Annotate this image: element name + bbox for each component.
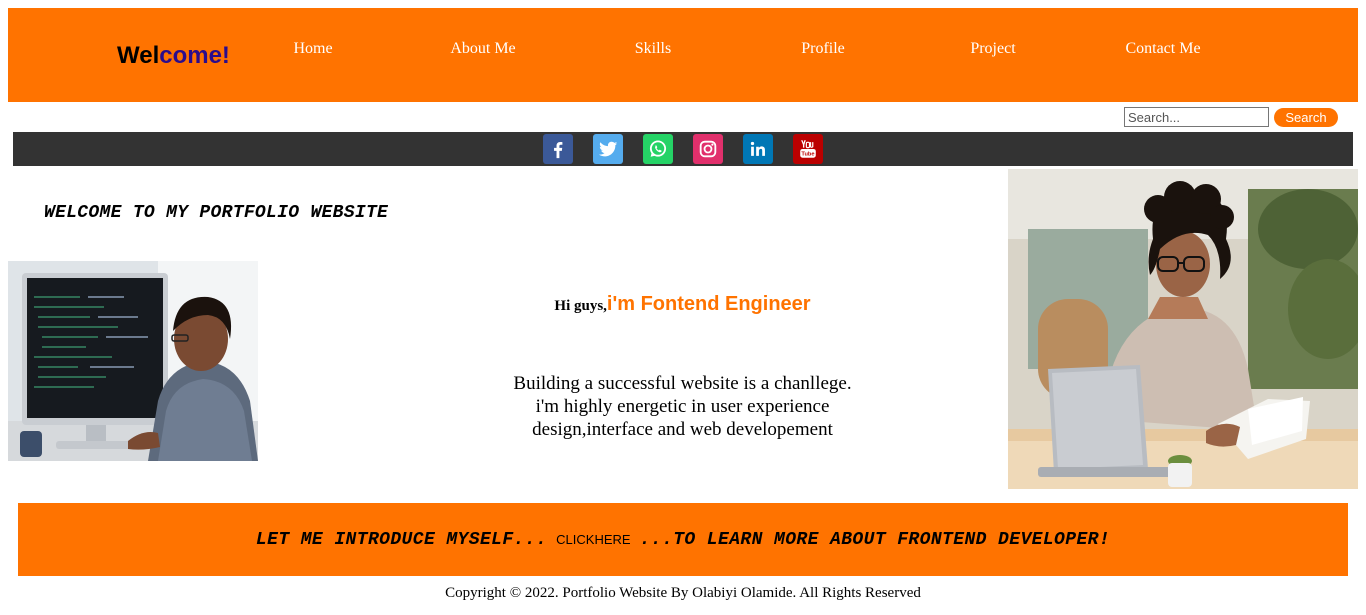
description-line: design,interface and web developement [532, 419, 833, 440]
description-line: i'm highly energetic in user experience [535, 396, 830, 417]
site-logo: Welcome! [117, 42, 230, 69]
intro-line: Hi guys,i'm Fontend Engineer [505, 293, 860, 316]
search-button[interactable]: Search [1274, 108, 1338, 127]
instagram-icon[interactable] [693, 134, 723, 164]
developer-photo [8, 261, 258, 461]
description-line: Building a successful website is a chanl… [513, 373, 852, 394]
cta-banner: LET ME INTRODUCE MYSELF... CLICKHERE ...TO… [18, 503, 1348, 576]
facebook-icon[interactable] [543, 134, 573, 164]
role-title: i'm Fontend Engineer [606, 293, 811, 315]
twitter-icon[interactable] [593, 134, 623, 164]
youtube-icon[interactable]: Tube [793, 134, 823, 164]
svg-text:Tube: Tube [801, 152, 814, 158]
nav-project[interactable]: Project [918, 40, 1068, 58]
whatsapp-icon[interactable] [643, 134, 673, 164]
search-input[interactable] [1124, 107, 1269, 127]
greeting-text: Hi guys, [554, 298, 607, 314]
engineer-photo [1008, 169, 1358, 489]
nav-profile[interactable]: Profile [748, 40, 898, 58]
social-bar: Tube [13, 132, 1353, 166]
nav-about-me[interactable]: About Me [408, 40, 558, 58]
nav-contact-me[interactable]: Contact Me [1088, 40, 1238, 58]
linkedin-icon[interactable] [743, 134, 773, 164]
footer-copyright: Copyright © 2022. Portfolio Website By O… [445, 585, 921, 601]
nav-home[interactable]: Home [238, 40, 388, 58]
welcome-heading: WELCOME TO MY PORTFOLIO WEBSITE [44, 203, 389, 223]
nav-skills[interactable]: Skills [578, 40, 728, 58]
intro-description: Building a successful website is a chanl… [490, 372, 875, 441]
site-header: Welcome! Home About Me Skills Profile Pr… [8, 8, 1358, 102]
cta-text: LET ME INTRODUCE MYSELF... CLICKHERE ...TO… [255, 529, 1111, 550]
click-here-link[interactable]: CLICKHERE [556, 532, 630, 547]
